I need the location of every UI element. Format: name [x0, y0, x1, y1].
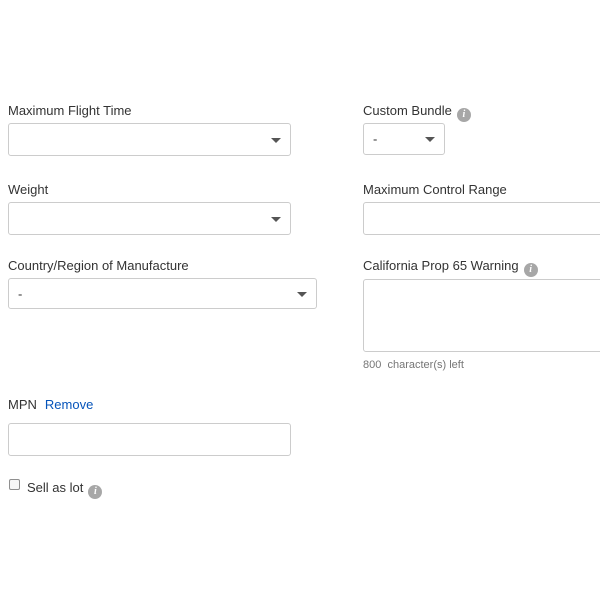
country-region-label: Country/Region of Manufacture: [8, 258, 189, 273]
max-control-range-label: Maximum Control Range: [363, 182, 507, 197]
info-icon[interactable]: i: [456, 108, 471, 122]
prop65-row: California Prop 65 Warning i: [363, 258, 538, 277]
prop65-char-count: 800 character(s) left: [363, 359, 464, 371]
custom-bundle-row: Custom Bundle i: [363, 103, 471, 122]
chevron-down-icon: [271, 216, 281, 222]
chars-left-suffix: character(s) left: [387, 359, 464, 371]
mpn-label: MPN: [8, 397, 37, 412]
prop65-textarea[interactable]: [363, 279, 600, 352]
weight-select[interactable]: [8, 202, 291, 235]
country-region-value: -: [18, 286, 23, 301]
mpn-label-row: MPN Remove: [8, 397, 93, 412]
item-specifics-form: Maximum Flight Time Weight Country/Regio…: [0, 0, 600, 600]
custom-bundle-value: -: [373, 131, 378, 147]
sell-as-lot-checkbox[interactable]: [9, 479, 20, 490]
chars-left-number: 800: [363, 359, 382, 371]
info-icon[interactable]: i: [88, 485, 103, 499]
chevron-down-icon: [425, 137, 435, 142]
mpn-input[interactable]: [8, 423, 291, 456]
sell-as-lot-row: Sell as lot i: [27, 480, 103, 499]
max-control-range-input[interactable]: [363, 202, 600, 235]
chevron-down-icon: [297, 291, 307, 297]
info-icon[interactable]: i: [523, 263, 538, 277]
custom-bundle-select[interactable]: -: [363, 123, 445, 155]
mpn-remove-link[interactable]: Remove: [45, 397, 93, 412]
sell-as-lot-label: Sell as lot: [27, 480, 84, 495]
country-region-select[interactable]: -: [8, 278, 317, 309]
weight-label: Weight: [8, 182, 49, 197]
max-flight-time-select[interactable]: [8, 123, 291, 156]
chevron-down-icon: [271, 137, 281, 143]
prop65-label: California Prop 65 Warning: [363, 258, 519, 273]
custom-bundle-label: Custom Bundle: [363, 103, 452, 118]
max-flight-time-label: Maximum Flight Time: [8, 103, 132, 118]
